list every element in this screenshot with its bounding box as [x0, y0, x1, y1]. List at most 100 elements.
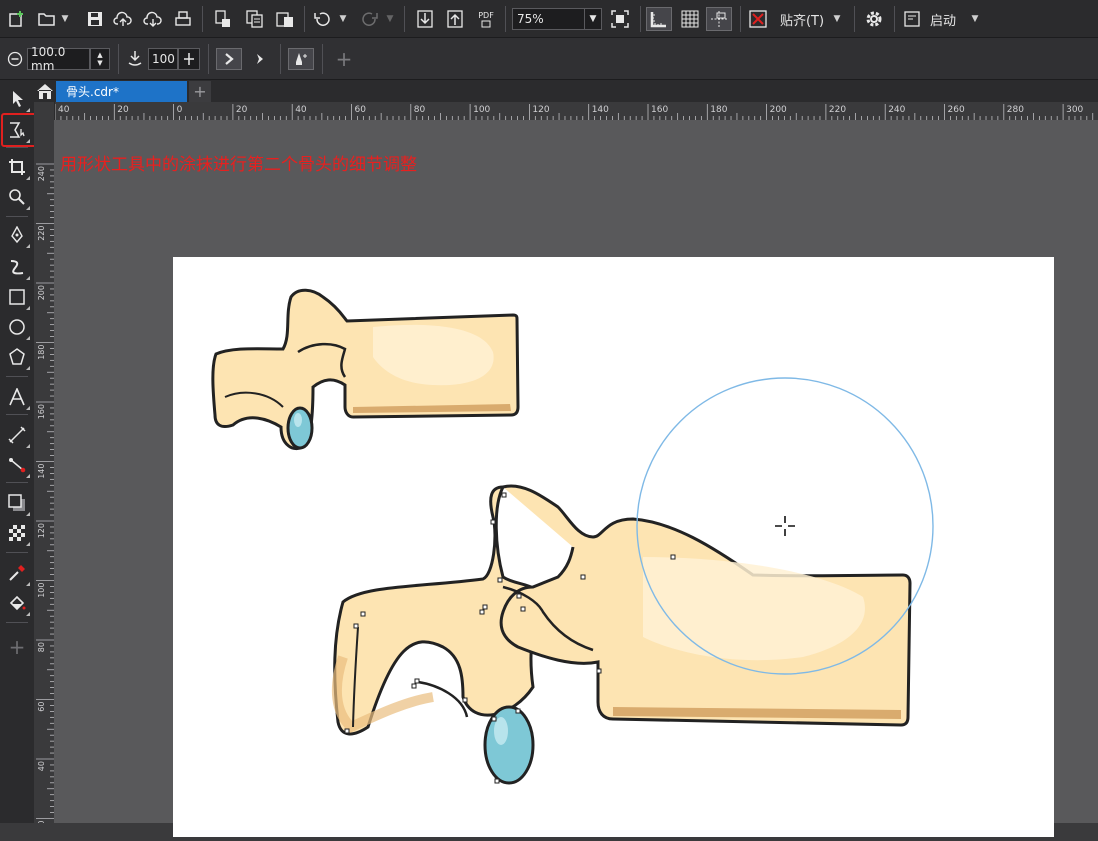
ruler-label: 40 — [58, 105, 70, 115]
document-tab-bar: 骨头.cdr* + — [34, 80, 1098, 102]
bone-large[interactable] — [331, 484, 912, 785]
ruler-label: 200 — [770, 105, 787, 115]
show-grid-icon[interactable] — [678, 7, 702, 31]
ruler-label: 180 — [37, 345, 46, 360]
chevron-down-icon[interactable]: ▼ — [584, 9, 601, 29]
artistic-media-tool-icon[interactable] — [4, 254, 30, 280]
snap-to-menu[interactable]: 贴齐(T) — [778, 7, 826, 31]
document-tab[interactable]: 骨头.cdr* — [56, 81, 187, 102]
snap-dropdown-icon[interactable]: ▼ — [832, 7, 842, 31]
zoom-level-value: 75% — [517, 12, 544, 26]
new-document-icon[interactable] — [6, 7, 28, 31]
ruler-label: 20 — [236, 105, 248, 115]
launch-icon[interactable] — [902, 7, 922, 31]
launch-menu[interactable]: 启动 — [926, 7, 960, 31]
ruler-label: 140 — [592, 105, 609, 115]
ruler-label: 140 — [37, 464, 46, 479]
ruler-label: 60 — [355, 105, 367, 115]
transparency-tool-icon[interactable] — [4, 520, 30, 546]
options-gear-icon[interactable] — [862, 7, 886, 31]
horizontal-ruler[interactable]: 40 20 0 20 40 60 80 100 120 140 160 180 200 220 240 260… — [54, 102, 1098, 121]
snap-off-icon[interactable] — [746, 7, 770, 31]
full-screen-preview-icon[interactable] — [608, 7, 632, 31]
ruler-label: 300 — [1066, 105, 1083, 115]
print-icon[interactable] — [172, 7, 194, 31]
shape-tool-highlight — [1, 113, 38, 147]
smooth-smear-icon[interactable] — [216, 48, 242, 70]
paste-icon[interactable] — [274, 7, 296, 31]
zoom-level-select[interactable]: 75% ▼ — [512, 8, 602, 30]
tutorial-annotation: 用形状工具中的涂抹进行第二个骨头的细节调整 — [60, 155, 417, 175]
document-page[interactable] — [173, 257, 1054, 837]
toolbox: + — [0, 80, 35, 823]
ruler-label: 120 — [532, 105, 549, 115]
pen-tool-icon[interactable] — [4, 222, 30, 248]
pressure-toggle[interactable] — [178, 48, 200, 70]
pointed-smear-icon[interactable] — [248, 48, 272, 70]
nib-size-value: 100.0 mm — [31, 45, 66, 73]
save-icon[interactable] — [84, 7, 106, 31]
bone-small[interactable] — [211, 288, 520, 451]
connector-tool-icon[interactable] — [4, 452, 30, 478]
ruler-label: 100 — [37, 583, 46, 598]
open-dropdown-icon[interactable]: ▼ — [60, 7, 70, 31]
ruler-label: 120 — [37, 523, 46, 538]
nib-size-spinner[interactable]: ▲ ▼ — [90, 48, 110, 70]
dimension-tool-icon[interactable] — [4, 422, 30, 448]
ruler-label: 40 — [295, 105, 307, 115]
nib-size-minus-icon[interactable] — [6, 48, 24, 70]
text-tool-icon[interactable] — [4, 384, 30, 410]
drawing-canvas[interactable]: 用形状工具中的涂抹进行第二个骨头的细节调整 — [54, 120, 1098, 837]
home-icon[interactable] — [36, 82, 54, 100]
redo-icon[interactable] — [360, 7, 380, 31]
zoom-tool-icon[interactable] — [4, 184, 30, 210]
undo-dropdown-icon[interactable]: ▼ — [338, 7, 348, 31]
copy-icon[interactable] — [244, 7, 266, 31]
redo-dropdown-icon[interactable]: ▼ — [385, 7, 395, 31]
import-icon[interactable] — [414, 7, 436, 31]
ruler-label: 40 — [37, 761, 46, 771]
polygon-tool-icon[interactable] — [4, 344, 30, 370]
open-folder-icon[interactable] — [36, 7, 58, 31]
add-property-icon[interactable]: + — [334, 47, 354, 71]
nib-size-input[interactable]: 100.0 mm — [27, 45, 90, 73]
new-tab-plus-icon[interactable]: + — [189, 81, 211, 102]
export-pdf-icon[interactable]: PDF — [474, 7, 498, 31]
export-icon[interactable] — [444, 7, 466, 31]
property-bar: 100.0 mm ▲ ▼ 100 + — [0, 38, 1098, 80]
ruler-label: 240 — [888, 105, 905, 115]
pen-pressure-icon[interactable] — [288, 48, 314, 70]
launch-dropdown-icon[interactable]: ▼ — [970, 7, 980, 31]
pressure-input[interactable]: 100 — [148, 48, 178, 70]
rectangle-tool-icon[interactable] — [4, 284, 30, 310]
ruler-label: 280 — [1007, 105, 1024, 115]
vertical-ruler[interactable]: 24022020018016014012010080604020 — [34, 102, 55, 823]
fill-tool-icon[interactable] — [4, 590, 30, 616]
ruler-label: 220 — [37, 226, 46, 241]
drop-shadow-tool-icon[interactable] — [4, 490, 30, 516]
cloud-download-icon[interactable] — [142, 7, 164, 31]
cloud-upload-icon[interactable] — [112, 7, 134, 31]
pdf-label: PDF — [478, 10, 494, 20]
pressure-value: 100 — [152, 52, 175, 66]
ruler-label: 0 — [177, 105, 183, 115]
add-tool-icon[interactable]: + — [4, 634, 30, 660]
show-rulers-icon[interactable] — [646, 7, 672, 31]
vertical-ruler-ticks: 24022020018016014012010080604020 — [36, 163, 54, 823]
ellipse-tool-icon[interactable] — [4, 314, 30, 340]
snap-to-label: 贴齐(T) — [779, 13, 825, 29]
horizontal-ruler-ticks: 40 20 0 20 40 60 80 100 120 140 160 180 200 220 240 260… — [54, 104, 1094, 120]
eyedropper-tool-icon[interactable] — [4, 560, 30, 586]
crop-tool-icon[interactable] — [4, 154, 30, 180]
ruler-label: 80 — [414, 105, 426, 115]
ruler-label: 80 — [37, 642, 46, 652]
ruler-label: 160 — [651, 105, 668, 115]
pick-tool-icon[interactable] — [4, 86, 30, 112]
ruler-label: 200 — [37, 285, 46, 300]
import-page-icon[interactable] — [212, 7, 234, 31]
document-tab-title: 骨头.cdr* — [66, 85, 119, 99]
standard-toolbar: ▼ ▼ ▼ PDF 75% ▼ 贴齐(T) ▼ 启动 ▼ — [0, 0, 1098, 38]
undo-icon[interactable] — [312, 7, 332, 31]
show-guidelines-icon[interactable] — [706, 7, 732, 31]
pressure-icon[interactable] — [126, 48, 144, 70]
